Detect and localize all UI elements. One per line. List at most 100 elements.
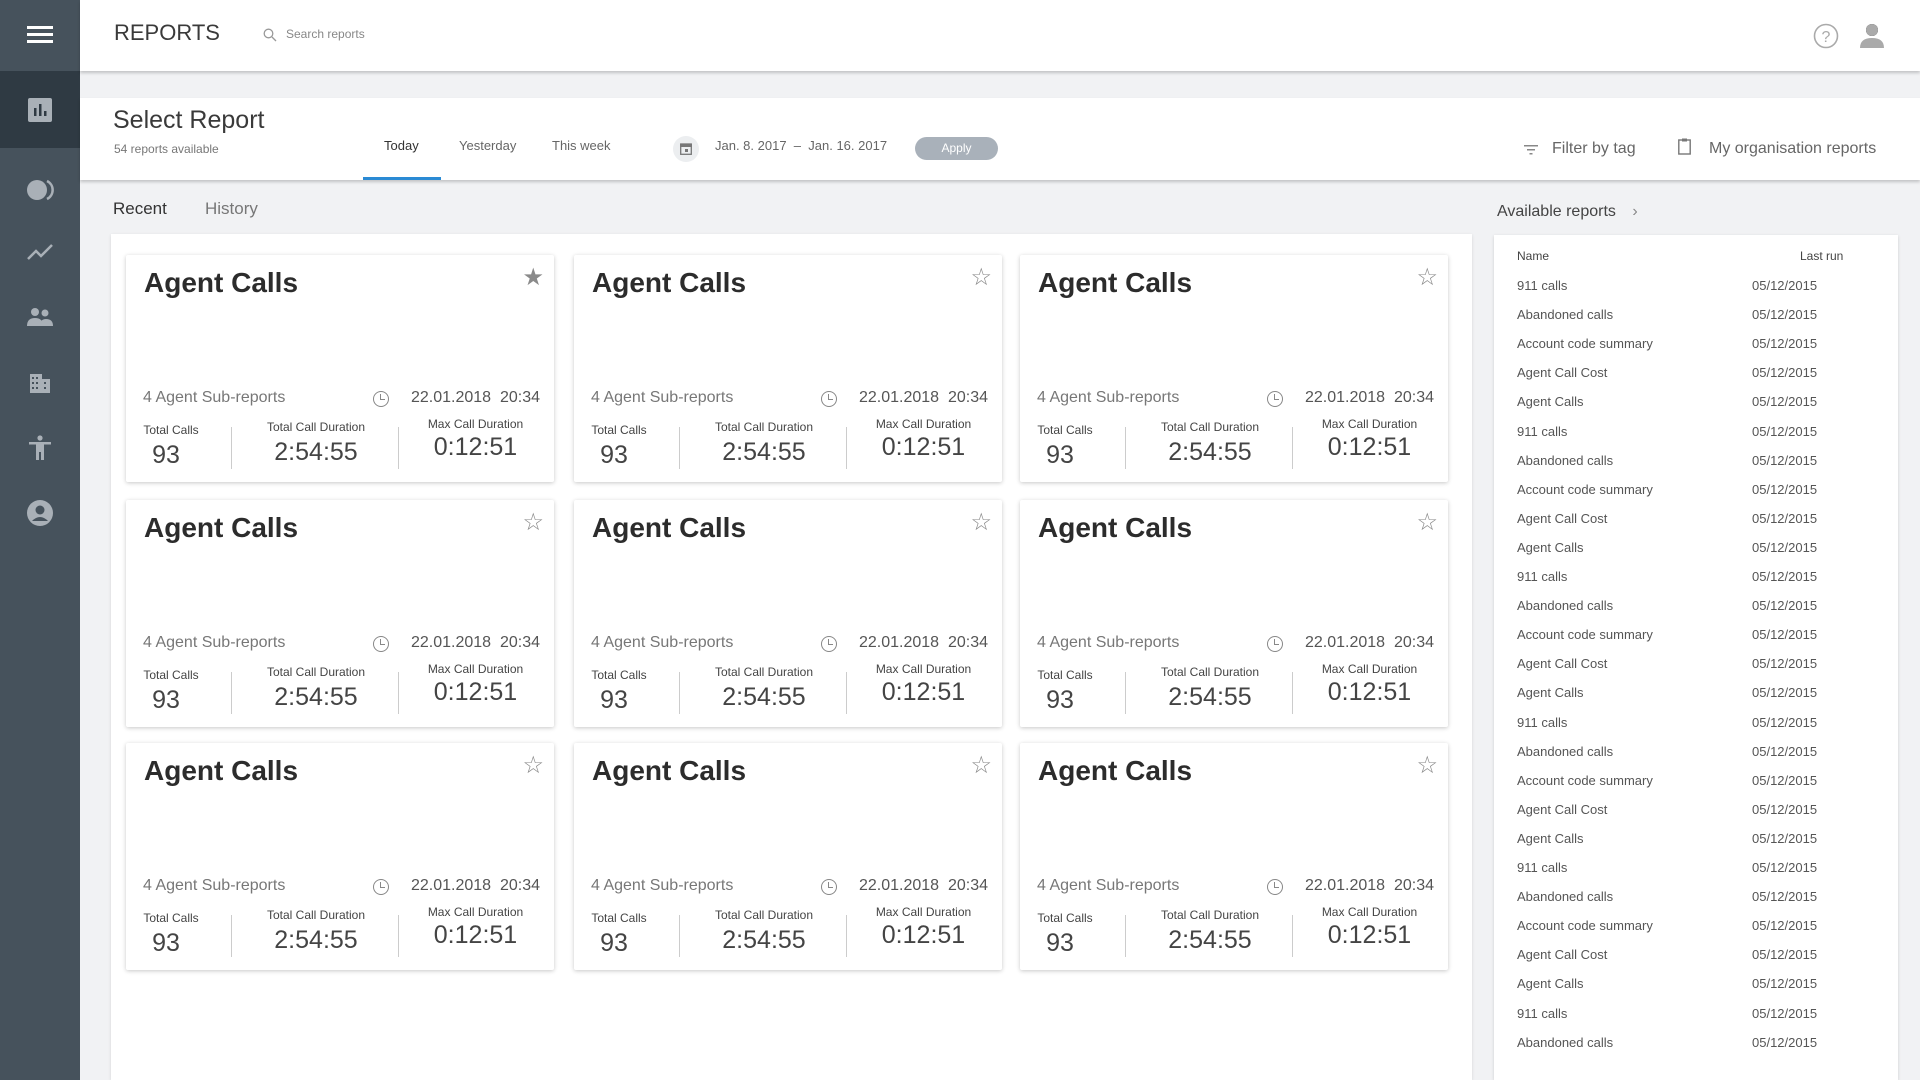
available-report-row[interactable]: 911 calls 05/12/2015 [1494,278,1898,298]
available-report-row[interactable]: Agent Call Cost 05/12/2015 [1494,802,1898,822]
star-filled-icon[interactable]: ★ [522,263,544,292]
total-call-duration-value: 2:54:55 [274,926,358,954]
available-report-row[interactable]: Agent Calls 05/12/2015 [1494,394,1898,414]
available-report-row[interactable]: Abandoned calls 05/12/2015 [1494,744,1898,764]
max-call-duration-label: Max Call Duration [427,662,524,676]
tab-today[interactable]: Today [384,138,419,153]
total-call-duration-label: Total Call Duration [1160,908,1260,922]
total-call-duration-label: Total Call Duration [714,908,814,922]
report-name: 911 calls [1517,278,1568,293]
report-card[interactable]: Agent Calls ☆ 4 Agent Sub-reports 22.01.… [574,500,1002,727]
date-range[interactable]: Jan. 8. 2017 – Jan. 16. 2017 [715,138,887,153]
available-report-row[interactable]: Abandoned calls 05/12/2015 [1494,307,1898,327]
available-report-row[interactable]: 911 calls 05/12/2015 [1494,715,1898,735]
available-report-row[interactable]: Agent Calls 05/12/2015 [1494,831,1898,851]
star-outline-icon[interactable]: ☆ [970,751,992,780]
available-reports-link[interactable]: Available reports › [1497,203,1638,221]
report-name: Abandoned calls [1517,452,1614,468]
report-card[interactable]: Agent Calls ☆ 4 Agent Sub-reports 22.01.… [1020,500,1448,727]
report-card[interactable]: Agent Calls ☆ 4 Agent Sub-reports 22.01.… [574,743,1002,970]
star-outline-icon[interactable]: ☆ [970,263,992,292]
sidebar-item-people[interactable] [0,285,80,349]
sidebar-item-trends[interactable] [0,220,80,284]
divider [679,672,680,714]
max-call-duration-value: 0:12:51 [433,433,518,461]
report-name: Account code summary [1517,336,1653,352]
max-call-duration-value: 0:12:51 [881,678,966,706]
report-card[interactable]: Agent Calls ☆ 4 Agent Sub-reports 22.01.… [1020,255,1448,482]
report-card[interactable]: Agent Calls ☆ 4 Agent Sub-reports 22.01.… [126,500,554,727]
available-report-row[interactable]: Abandoned calls 05/12/2015 [1494,1035,1898,1055]
available-report-row[interactable]: 911 calls 05/12/2015 [1494,860,1898,880]
tab-this-week[interactable]: This week [552,138,611,153]
date-picker-button[interactable] [673,136,699,162]
available-report-row[interactable]: Account code summary 05/12/2015 [1494,773,1898,793]
available-report-row[interactable]: Agent Calls 05/12/2015 [1494,540,1898,560]
report-card[interactable]: Agent Calls ★ 4 Agent Sub-reports 22.01.… [126,255,554,482]
sub-reports-count: 4 Agent Sub-reports [143,389,286,406]
star-outline-icon[interactable]: ☆ [522,751,544,780]
available-report-row[interactable]: Agent Calls 05/12/2015 [1494,976,1898,996]
last-run-datetime: 22.01.2018 20:34 [859,389,989,406]
available-report-row[interactable]: Abandoned calls 05/12/2015 [1494,453,1898,473]
card-title: Agent Calls [1038,755,1193,786]
apply-button[interactable]: Apply [915,137,998,160]
available-report-row[interactable]: Account code summary 05/12/2015 [1494,482,1898,502]
user-icon[interactable] [1860,23,1884,49]
search-input[interactable]: Search reports [286,27,365,41]
star-outline-icon[interactable]: ☆ [970,508,992,537]
divider [1125,672,1126,714]
available-report-row[interactable]: Agent Calls 05/12/2015 [1494,685,1898,705]
max-call-duration-label: Max Call Duration [1321,662,1418,676]
available-report-row[interactable]: Agent Call Cost 05/12/2015 [1494,365,1898,385]
available-report-row[interactable]: 911 calls 05/12/2015 [1494,1006,1898,1026]
max-call-duration-value: 0:12:51 [433,921,518,949]
help-icon[interactable]: ? [1813,23,1839,49]
sidebar-item-accessibility[interactable] [0,416,80,480]
available-report-row[interactable]: Account code summary 05/12/2015 [1494,336,1898,356]
select-report-panel: Select Report 54 reports available Today… [80,98,1920,180]
report-last-run: 05/12/2015 [1752,830,1818,846]
available-report-row[interactable]: Agent Call Cost 05/12/2015 [1494,511,1898,531]
total-call-duration-value: 2:54:55 [1168,438,1252,466]
star-outline-icon[interactable]: ☆ [1416,508,1438,537]
total-calls-label: Total Calls [143,423,199,437]
sidebar-item-organisation[interactable] [0,351,80,415]
available-report-row[interactable]: 911 calls 05/12/2015 [1494,569,1898,589]
clock-icon [1267,391,1283,407]
menu-button[interactable] [0,2,80,66]
available-report-row[interactable]: Agent Call Cost 05/12/2015 [1494,947,1898,967]
tab-yesterday[interactable]: Yesterday [459,138,516,153]
star-outline-icon[interactable]: ☆ [1416,751,1438,780]
sidebar-item-account[interactable] [0,481,80,545]
available-report-row[interactable]: Account code summary 05/12/2015 [1494,918,1898,938]
star-outline-icon[interactable]: ☆ [522,508,544,537]
report-last-run: 05/12/2015 [1752,510,1818,526]
available-report-row[interactable]: Agent Call Cost 05/12/2015 [1494,656,1898,676]
available-report-row[interactable]: Account code summary 05/12/2015 [1494,627,1898,647]
total-calls-label: Total Calls [591,911,647,925]
total-call-duration-value: 2:54:55 [722,438,806,466]
sidebar-item-reports[interactable] [0,71,80,148]
tab-history[interactable]: History [205,199,258,219]
divider [846,672,847,714]
report-name: Agent Calls [1517,685,1584,701]
card-title: Agent Calls [144,512,299,543]
available-report-row[interactable]: 911 calls 05/12/2015 [1494,424,1898,444]
report-card[interactable]: Agent Calls ☆ 4 Agent Sub-reports 22.01.… [1020,743,1448,970]
sidebar-item-toggle[interactable] [0,158,80,222]
report-last-run: 05/12/2015 [1752,569,1818,584]
report-card[interactable]: Agent Calls ☆ 4 Agent Sub-reports 22.01.… [126,743,554,970]
report-name: Agent Calls [1517,394,1584,410]
available-report-row[interactable]: Abandoned calls 05/12/2015 [1494,598,1898,618]
total-calls-label: Total Calls [591,668,647,682]
report-name: Account code summary [1517,627,1653,643]
search-icon [263,28,277,42]
search-box[interactable]: Search reports [263,26,483,46]
star-outline-icon[interactable]: ☆ [1416,263,1438,292]
filter-by-tag-label: Filter by tag [1552,140,1636,157]
available-report-row[interactable]: Abandoned calls 05/12/2015 [1494,889,1898,909]
report-card[interactable]: Agent Calls ☆ 4 Agent Sub-reports 22.01.… [574,255,1002,482]
card-title: Agent Calls [592,512,747,543]
tab-recent[interactable]: Recent [113,199,167,219]
